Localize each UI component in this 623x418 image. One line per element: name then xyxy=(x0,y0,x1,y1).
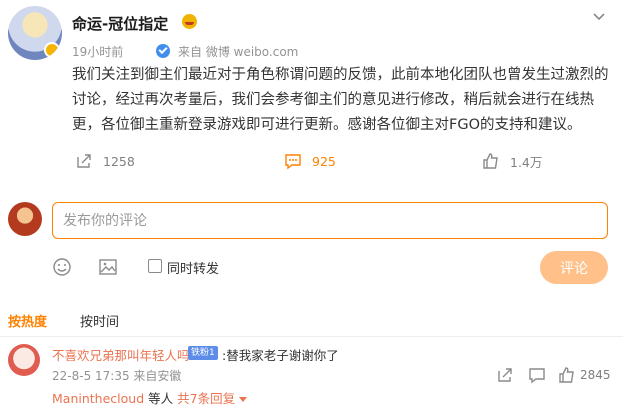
comment-icon[interactable] xyxy=(528,366,546,384)
tab-sort-time[interactable]: 按时间 xyxy=(80,311,119,330)
share-icon[interactable] xyxy=(496,366,514,384)
thumbs-up-icon xyxy=(483,153,498,169)
author-name[interactable]: 命运-冠位指定 xyxy=(72,13,168,34)
comment-like-count: 2845 xyxy=(580,368,611,382)
repost-button[interactable]: 1258 xyxy=(75,148,135,174)
current-user-avatar xyxy=(8,202,42,236)
commenter-name[interactable]: 不喜欢兄弟那叫年轻人吗 xyxy=(52,345,190,364)
fan-badge: 铁粉1 xyxy=(188,346,218,360)
reply-user[interactable]: Maninthecloud xyxy=(52,391,144,406)
post-content: 我们关注到御主们最近对于角色称谓问题的反馈，此前本地化团队也曾发生过激烈的讨论，… xyxy=(72,67,609,133)
post-source: 来自 微博 weibo.com xyxy=(178,45,299,59)
commenter-avatar[interactable] xyxy=(8,344,40,376)
author-avatar[interactable] xyxy=(8,6,62,60)
tab-sort-hot[interactable]: 按热度 xyxy=(8,311,47,330)
reply-mid-text: 等人 xyxy=(148,391,174,406)
comment-input[interactable] xyxy=(52,202,608,239)
share-icon xyxy=(77,154,91,168)
comment-icon xyxy=(285,154,301,170)
post-actions: 1258 925 1.4万 xyxy=(0,148,623,174)
comment-meta: 22-8-5 17:35 来自安徽 xyxy=(52,369,182,383)
comment-text: :替我家老子谢谢你了 xyxy=(222,348,339,363)
post-time: 19小时前 xyxy=(72,45,124,59)
chevron-down-icon[interactable] xyxy=(592,10,606,24)
comment-button[interactable]: 925 xyxy=(284,148,336,174)
submit-comment-button[interactable]: 评论 xyxy=(540,251,608,284)
thumbs-up-icon[interactable] xyxy=(558,366,576,384)
image-upload-icon[interactable] xyxy=(98,257,118,277)
repost-checkbox[interactable] xyxy=(148,259,162,273)
emoji-picker-icon[interactable] xyxy=(52,257,72,277)
reply-summary[interactable]: Maninthecloud 等人 共7条回复 xyxy=(52,388,248,407)
repost-label: 同时转发 xyxy=(167,262,220,277)
chevron-down-icon xyxy=(239,397,248,402)
like-button[interactable]: 1.4万 xyxy=(482,148,542,174)
emoji-icon xyxy=(182,14,197,29)
verified-check-icon xyxy=(156,44,170,58)
divider xyxy=(0,336,623,337)
reply-total-link[interactable]: 共7条回复 xyxy=(177,391,235,406)
verified-badge-icon xyxy=(44,42,60,58)
